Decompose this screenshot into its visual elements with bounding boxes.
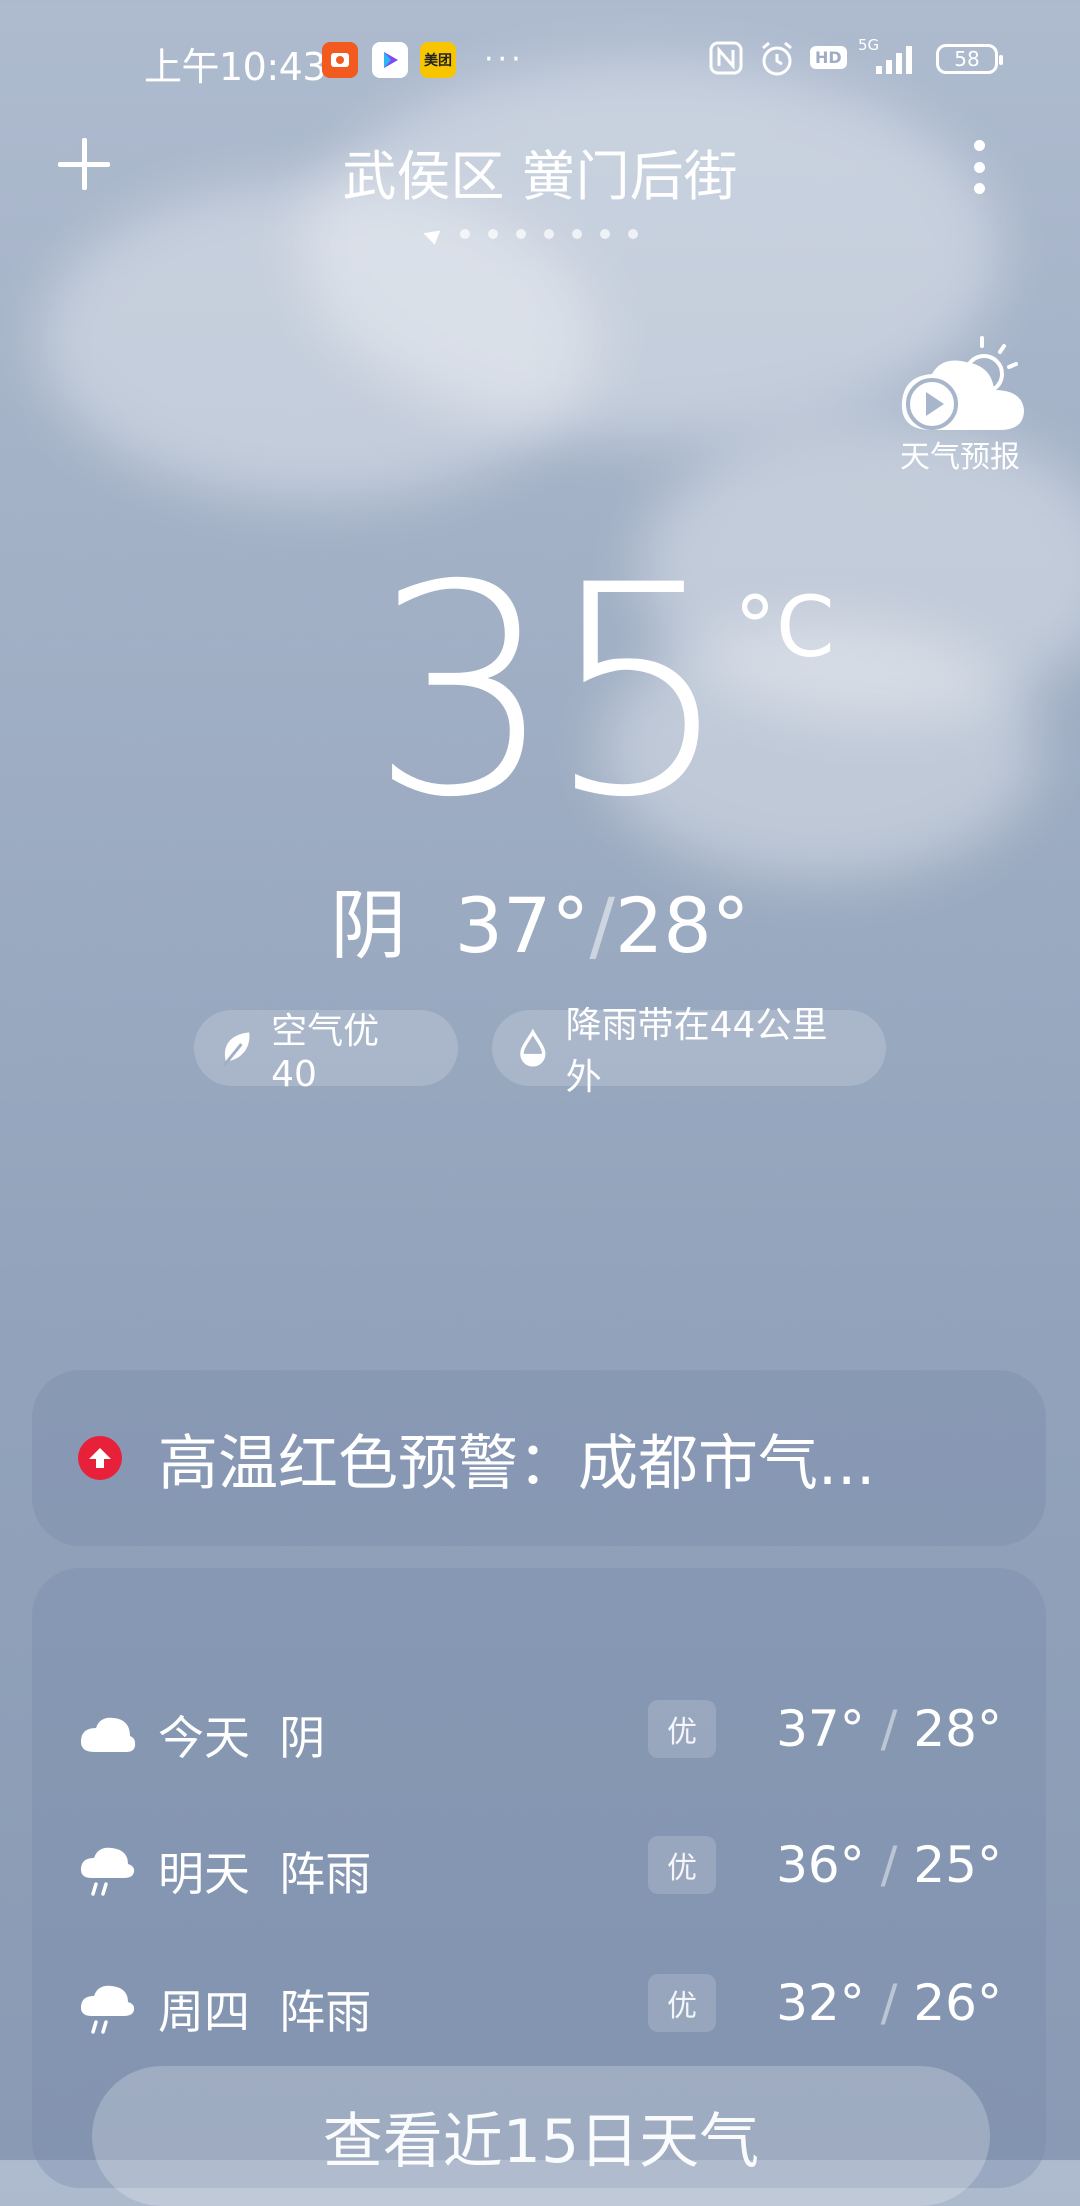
forecast-day: 周四 (158, 1985, 250, 2039)
status-time: 上午10:43 (144, 45, 327, 89)
forecast-high: 36° (776, 1836, 865, 1894)
nfc-icon (708, 40, 744, 80)
page-dot (460, 229, 470, 239)
status-bar: 上午10:43 美团 ··· HD 5G 58 (0, 0, 1080, 120)
high-temp: 37° (454, 881, 590, 970)
hd-icon: HD (810, 46, 847, 69)
meituan-app-icon: 美团 (420, 42, 456, 78)
app-icon-play (372, 42, 408, 78)
forecast-row-tomorrow[interactable]: 明天 阵雨 优 36° / 25° (32, 1814, 1046, 1914)
page-dot (572, 229, 582, 239)
page-dot (600, 229, 610, 239)
forecast-condition: 阵雨 (279, 1985, 372, 2039)
forecast-low: 28° (913, 1700, 1002, 1758)
battery-indicator: 58 (936, 44, 1003, 74)
page-dot (488, 229, 498, 239)
location-title: 武侯区 黉门后街 (342, 145, 738, 208)
condition-text: 阴 (330, 881, 407, 970)
rain-cloud-icon (80, 1847, 135, 1896)
app-icon-orange (322, 42, 358, 78)
more-options-button[interactable] (962, 140, 996, 194)
warning-up-arrow-icon (78, 1436, 122, 1480)
more-notifications-icon: ··· (484, 42, 525, 77)
air-quality-pill[interactable]: 空气优 40 (194, 1010, 458, 1095)
page-dot (628, 229, 638, 239)
weather-alert-text: 高温红色预警：成都市气... (158, 1428, 876, 1499)
forecast-low: 25° (913, 1836, 1002, 1894)
city-page-indicator (423, 223, 638, 245)
low-temp: 28° (614, 881, 750, 970)
forecast-low: 26° (913, 1974, 1002, 2032)
temp-separator: / (589, 881, 615, 970)
forecast-condition: 阵雨 (279, 1847, 372, 1901)
page-dot (544, 229, 554, 239)
aqi-badge: 优 (648, 1974, 716, 2032)
current-condition-summary: 阴 37°/28° (0, 864, 1080, 974)
weather-forecast-video-button[interactable] (896, 334, 1036, 434)
forecast-row-today[interactable]: 今天 阴 优 37° / 28° (32, 1678, 1046, 1778)
rain-band-text: 降雨带在44公里外 (565, 1005, 828, 1098)
page-dot (516, 229, 526, 239)
forecast-condition: 阴 (279, 1711, 326, 1765)
rain-cloud-icon (80, 1985, 135, 2034)
air-quality-text: 空气优 40 (271, 1010, 380, 1095)
cloud-icon (80, 1717, 136, 1752)
alarm-icon (758, 40, 796, 82)
rain-band-pill[interactable]: 降雨带在44公里外 (492, 1005, 886, 1098)
forecast-high: 32° (776, 1974, 865, 2032)
leaf-icon (222, 1032, 250, 1067)
view-15-day-forecast-button[interactable]: 查看近15日天气 (92, 2066, 990, 2206)
temperature-unit: °C (734, 578, 835, 676)
forecast-row-thursday[interactable]: 周四 阵雨 优 32° / 26° (32, 1952, 1046, 2052)
forecast-day: 今天 (158, 1711, 250, 1765)
current-location-icon (423, 223, 445, 245)
weather-forecast-label[interactable]: 天气预报 (860, 432, 1060, 476)
aqi-badge: 优 (648, 1700, 716, 1758)
aqi-badge: 优 (648, 1836, 716, 1894)
weather-alert-card[interactable]: 高温红色预警：成都市气... (32, 1370, 1046, 1546)
current-temperature: 35 (370, 524, 731, 861)
raindrop-icon (520, 1029, 546, 1067)
forecast-day: 明天 (158, 1847, 250, 1901)
forecast-high: 37° (776, 1700, 865, 1758)
